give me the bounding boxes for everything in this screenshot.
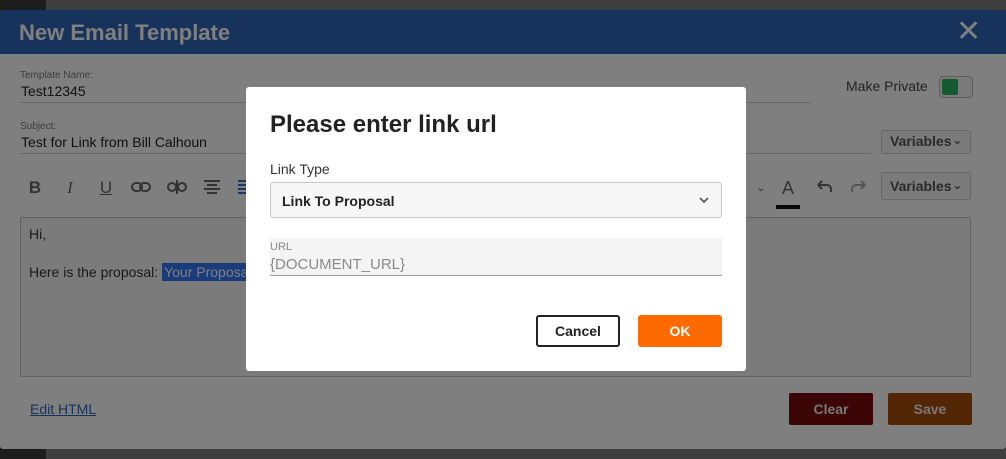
link-type-select[interactable]: Link To Proposal — [270, 182, 722, 218]
dialog-title: Please enter link url — [270, 111, 497, 138]
link-type-label: Link Type — [270, 161, 330, 177]
chevron-down-icon — [699, 197, 709, 204]
url-input[interactable]: {DOCUMENT_URL} — [270, 256, 405, 273]
link-url-dialog: Please enter link url Link Type Link To … — [246, 87, 746, 371]
cancel-button[interactable]: Cancel — [536, 315, 620, 347]
url-label: URL — [270, 241, 293, 253]
link-type-value: Link To Proposal — [282, 193, 395, 209]
url-field[interactable]: URL {DOCUMENT_URL} — [270, 238, 722, 276]
ok-button[interactable]: OK — [638, 315, 722, 347]
